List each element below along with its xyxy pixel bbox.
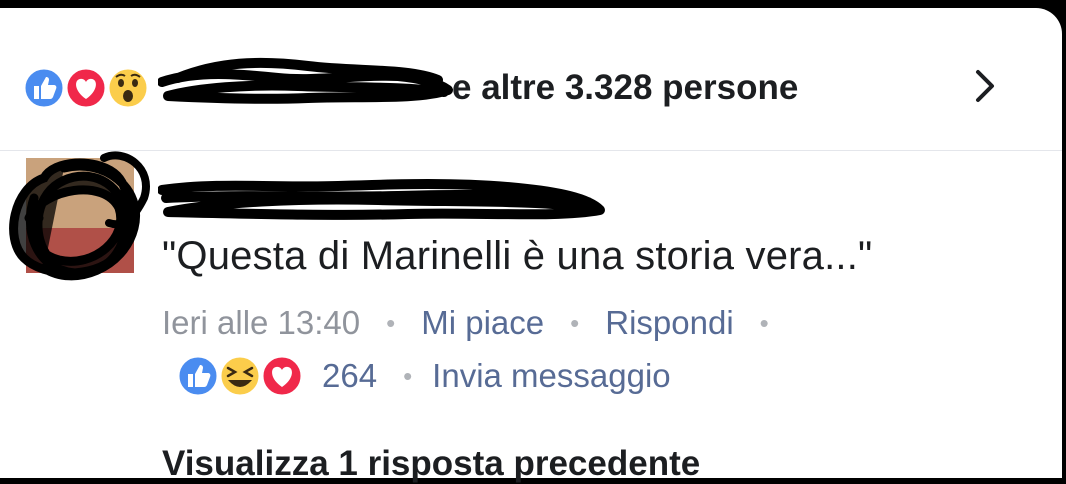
reactions-summary[interactable]: e altre 3.328 persone	[22, 56, 798, 120]
send-message-button[interactable]: Invia messaggio	[432, 357, 670, 395]
comment-text: "Questa di Marinelli è una storia vera..…	[162, 234, 873, 278]
comment-reactions: 264 • Invia messaggio	[176, 354, 671, 398]
like-icon	[176, 354, 220, 398]
like-icon	[22, 66, 66, 110]
reaction-count[interactable]: 264	[322, 357, 377, 395]
comment-meta: Ieri alle 13:40 • Mi piace • Rispondi •	[162, 304, 795, 342]
like-button[interactable]: Mi piace	[421, 304, 544, 342]
separator-dot: •	[403, 360, 413, 391]
separator-dot: •	[759, 307, 769, 338]
love-icon	[64, 66, 108, 110]
separator-dot: •	[570, 307, 580, 338]
divider	[0, 150, 1062, 151]
reply-button[interactable]: Rispondi	[605, 304, 733, 342]
love-icon	[260, 354, 304, 398]
comment-time: Ieri alle 13:40	[162, 304, 361, 341]
reactions-names-text: e altre 3.328 persone	[452, 68, 799, 107]
author-name-redacted[interactable]	[158, 168, 608, 228]
reactions-names: e altre 3.328 persone	[158, 57, 799, 108]
avatar[interactable]	[4, 148, 154, 298]
avatar-scribble	[9, 151, 150, 281]
wow-icon	[106, 66, 150, 110]
separator-dot: •	[386, 307, 396, 338]
reaction-icons	[22, 66, 150, 110]
comment-reaction-icons[interactable]	[176, 354, 304, 398]
haha-icon	[218, 354, 262, 398]
chevron-right-icon[interactable]	[966, 66, 1006, 106]
redaction-scribble	[158, 57, 453, 104]
reactions-sheet: e altre 3.328 persone "Questa di Marinel…	[0, 8, 1062, 483]
view-previous-replies[interactable]: Visualizza 1 risposta precedente	[162, 444, 700, 484]
